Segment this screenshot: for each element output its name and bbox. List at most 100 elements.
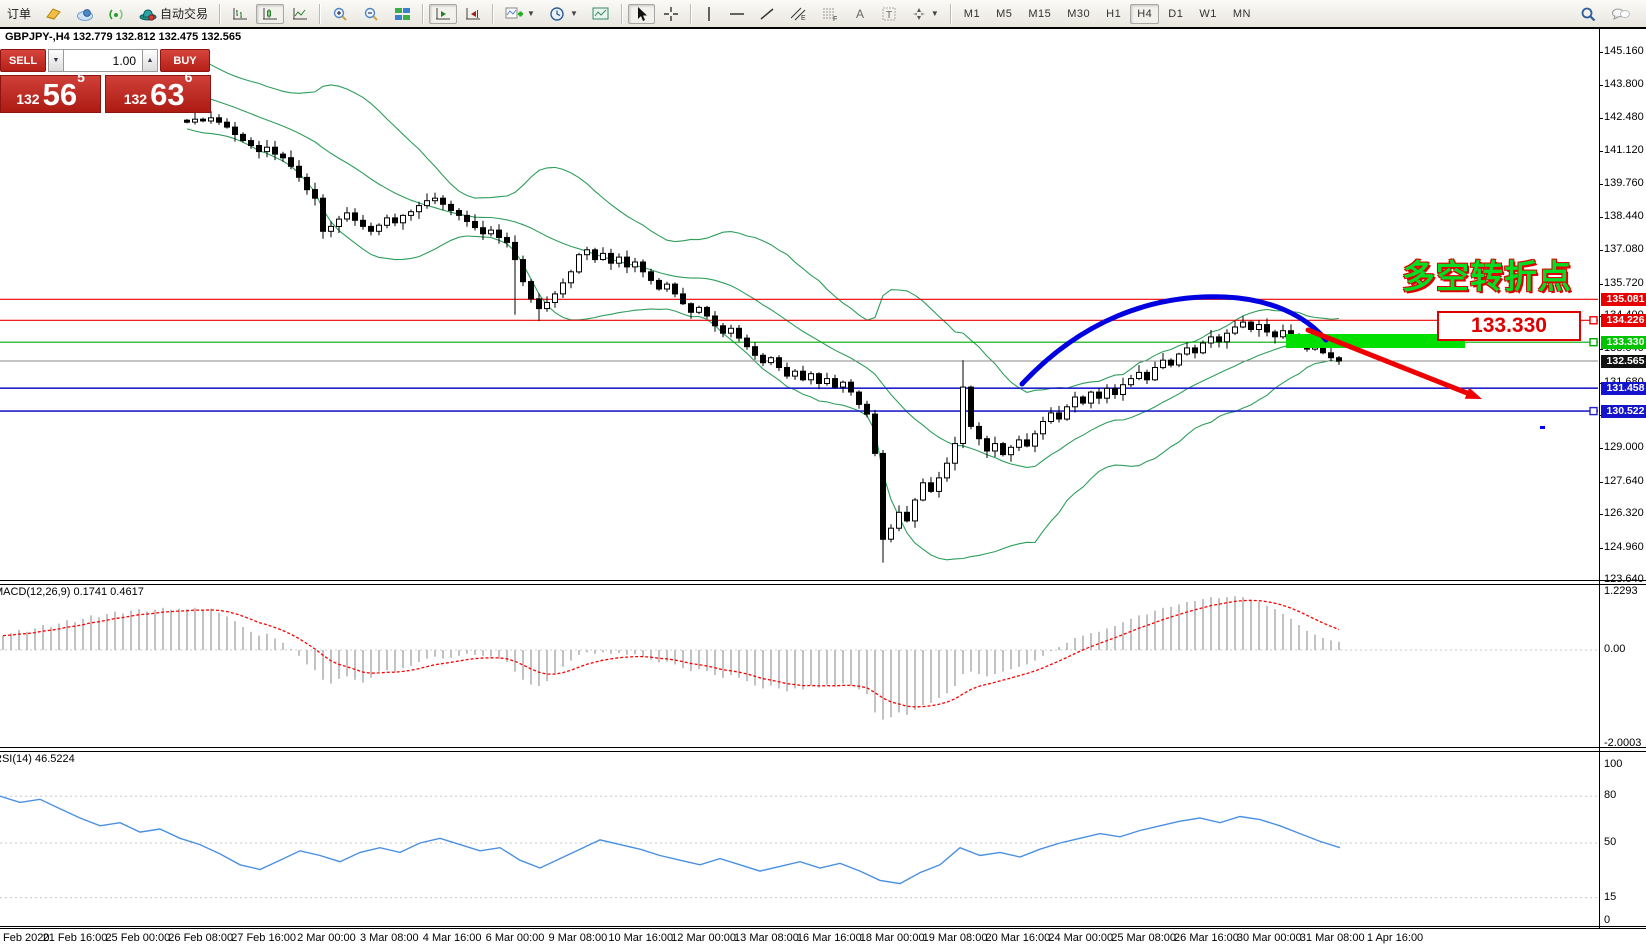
volume-input[interactable] bbox=[64, 49, 142, 72]
candle-body bbox=[457, 211, 462, 216]
price-callout-label[interactable]: 133.330 bbox=[1437, 311, 1581, 341]
price-badge: 135.081 bbox=[1601, 293, 1646, 306]
candle-body bbox=[1177, 354, 1182, 365]
template-icon bbox=[592, 6, 610, 22]
zoom-in-button[interactable] bbox=[326, 4, 355, 24]
price-tick-mark bbox=[1599, 284, 1603, 285]
candle-body bbox=[657, 280, 662, 289]
buy-price-prefix: 132 bbox=[124, 87, 147, 111]
candle-body bbox=[1081, 397, 1086, 403]
candle-body bbox=[713, 316, 718, 326]
channel-icon: E bbox=[789, 6, 807, 22]
candle-body bbox=[233, 127, 238, 134]
timeframe-button-m5[interactable]: M5 bbox=[989, 4, 1019, 24]
templates-button[interactable] bbox=[586, 4, 616, 24]
dropdown-caret-icon: ▼ bbox=[527, 9, 535, 18]
timeframe-button-m1[interactable]: M1 bbox=[957, 4, 987, 24]
candle-body bbox=[561, 283, 566, 294]
timeframe-button-h1[interactable]: H1 bbox=[1099, 4, 1128, 24]
equidistant-channel-tool[interactable]: E bbox=[783, 4, 813, 24]
signals-icon[interactable] bbox=[102, 4, 131, 24]
price-tick-label: 141.120 bbox=[1604, 144, 1644, 156]
macd-pane bbox=[0, 584, 1646, 748]
one-click-trading-panel: SELL ▼ ▲ BUY 132 56 5 132 63 6 bbox=[0, 49, 211, 113]
search-button[interactable] bbox=[1574, 4, 1603, 24]
line-chart-type-button[interactable] bbox=[286, 4, 314, 24]
vertical-line-tool[interactable] bbox=[697, 4, 721, 24]
publish-icon[interactable] bbox=[39, 4, 68, 24]
autotrading-button[interactable]: 自动交易 bbox=[133, 4, 214, 24]
indicators-button[interactable]: ▼ bbox=[499, 4, 541, 24]
time-axis-label: 3 Mar 08:00 bbox=[360, 932, 419, 944]
crosshair-icon bbox=[663, 6, 679, 22]
horizontal-line-tool[interactable] bbox=[723, 4, 751, 24]
candle-body bbox=[289, 158, 294, 167]
price-tick-label: 123.640 bbox=[1604, 573, 1644, 585]
trendline-tool[interactable] bbox=[753, 4, 781, 24]
candle-body bbox=[1217, 337, 1222, 342]
candle-body bbox=[881, 453, 886, 539]
bar-chart-type-button[interactable] bbox=[226, 4, 254, 24]
price-tick-label: 139.760 bbox=[1604, 177, 1644, 189]
candle-body bbox=[409, 212, 414, 216]
tile-windows-button[interactable] bbox=[388, 4, 417, 24]
candle-body bbox=[401, 215, 406, 222]
time-axis-label: 2 Mar 00:00 bbox=[297, 932, 356, 944]
search-icon bbox=[1580, 6, 1597, 22]
volume-increase-button[interactable]: ▲ bbox=[142, 49, 158, 72]
chart-shift-button[interactable] bbox=[459, 4, 487, 24]
sell-price-big: 56 bbox=[43, 78, 77, 111]
price-tick-label: 138.440 bbox=[1604, 210, 1644, 222]
pane-separator-macd[interactable] bbox=[0, 580, 1646, 585]
candle-body bbox=[217, 118, 222, 122]
candle-body bbox=[577, 255, 582, 272]
candle-body bbox=[1225, 333, 1230, 342]
candle-body bbox=[937, 478, 942, 492]
candle-body bbox=[249, 141, 254, 146]
candle-body bbox=[633, 262, 638, 267]
candle-body bbox=[441, 198, 446, 204]
candle-body bbox=[1121, 385, 1126, 395]
time-axis-label: 21 Feb 16:00 bbox=[43, 932, 108, 944]
mt4-window: 订单 自动交易 bbox=[0, 0, 1646, 950]
timeframe-button-mn[interactable]: MN bbox=[1226, 4, 1258, 24]
timeframe-button-m15[interactable]: M15 bbox=[1021, 4, 1058, 24]
periods-button[interactable]: ▼ bbox=[543, 4, 584, 24]
time-axis-label: 1 Apr 16:00 bbox=[1367, 932, 1423, 944]
candle-body bbox=[617, 257, 622, 263]
time-axis-label: 16 Mar 16:00 bbox=[797, 932, 862, 944]
pane-separator-rsi[interactable] bbox=[0, 747, 1646, 752]
candle-body bbox=[945, 463, 950, 478]
red-arrow-head bbox=[1465, 388, 1482, 399]
volume-decrease-button[interactable]: ▼ bbox=[48, 49, 64, 72]
timeframe-button-w1[interactable]: W1 bbox=[1192, 4, 1224, 24]
cursor-tool-button[interactable] bbox=[628, 4, 655, 24]
label-tool[interactable]: T bbox=[875, 4, 903, 24]
candle-body bbox=[777, 358, 782, 368]
zoom-out-button[interactable] bbox=[357, 4, 386, 24]
timeframe-button-m30[interactable]: M30 bbox=[1060, 4, 1097, 24]
timeframe-button-h4[interactable]: H4 bbox=[1130, 4, 1159, 24]
new-order-button[interactable]: 订单 bbox=[1, 4, 37, 24]
buy-price-quote[interactable]: 132 63 6 bbox=[105, 75, 211, 113]
chat-button[interactable] bbox=[1605, 4, 1637, 24]
timeframe-button-d1[interactable]: D1 bbox=[1161, 4, 1190, 24]
candle-body bbox=[257, 146, 262, 152]
candle-body bbox=[337, 219, 342, 226]
candle-body bbox=[209, 118, 214, 121]
toolbar-separator bbox=[621, 4, 623, 24]
cn-annotation-text[interactable]: 多空转折点 bbox=[1402, 250, 1572, 298]
candlestick-chart-type-button[interactable] bbox=[256, 4, 284, 24]
candle-body bbox=[489, 230, 494, 234]
sell-button[interactable]: SELL bbox=[0, 49, 46, 72]
rsi-axis-label: 15 bbox=[1604, 891, 1616, 903]
fibonacci-tool[interactable]: F bbox=[815, 4, 845, 24]
price-badge: 130.522 bbox=[1601, 405, 1646, 418]
sell-price-quote[interactable]: 132 56 5 bbox=[0, 75, 101, 113]
text-tool[interactable]: A bbox=[847, 4, 873, 24]
arrows-tool[interactable]: ▼ bbox=[905, 4, 945, 24]
time-axis-label: 25 Mar 08:00 bbox=[1111, 932, 1176, 944]
auto-scroll-button[interactable] bbox=[429, 4, 457, 24]
crosshair-tool-button[interactable] bbox=[657, 4, 685, 24]
community-icon[interactable] bbox=[70, 4, 100, 24]
